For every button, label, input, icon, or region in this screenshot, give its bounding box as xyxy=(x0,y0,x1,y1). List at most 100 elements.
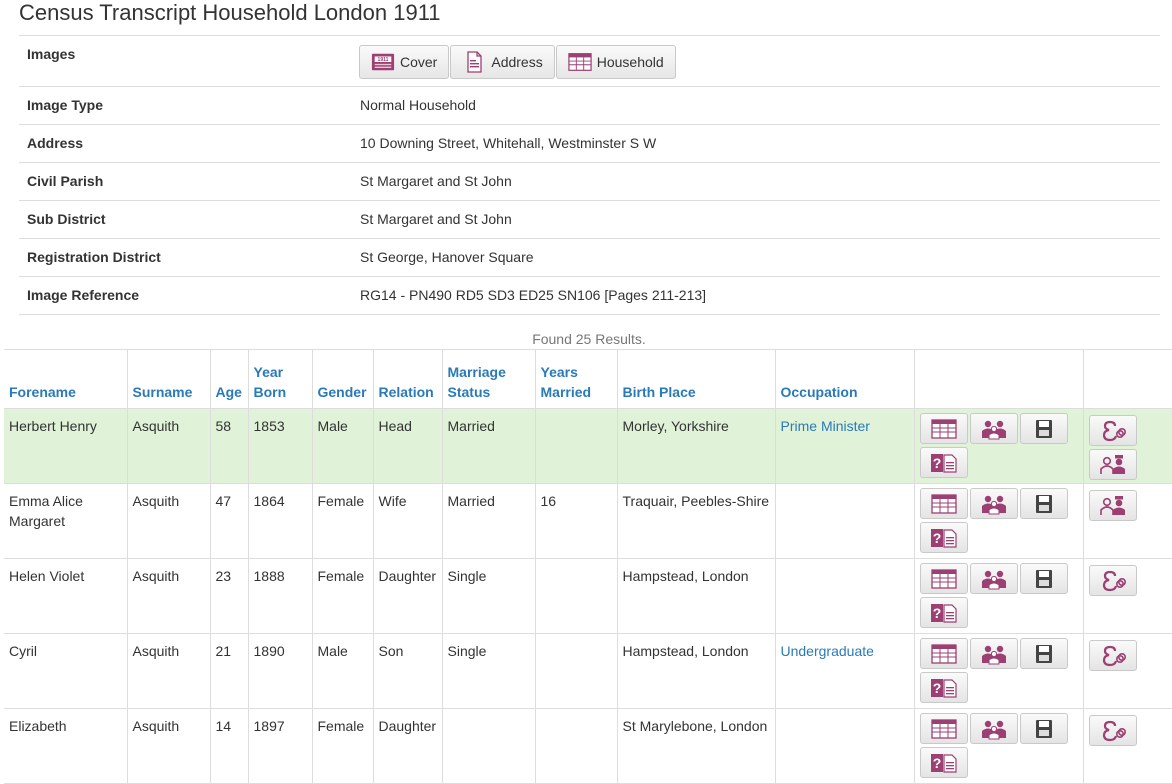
cell-forename: Elizabeth xyxy=(4,708,127,784)
family-button[interactable] xyxy=(969,713,1018,744)
save-button[interactable] xyxy=(1019,488,1068,519)
family-button[interactable] xyxy=(969,638,1018,669)
col-surname[interactable]: Surname xyxy=(126,349,210,409)
query-icon: ? xyxy=(929,677,959,699)
cover-button-label: Cover xyxy=(400,54,438,70)
row-actions: ? xyxy=(913,558,1083,634)
parents-button[interactable] xyxy=(1088,449,1137,480)
cell-age: 21 xyxy=(209,633,248,709)
save-button[interactable] xyxy=(1019,638,1068,669)
save-button[interactable] xyxy=(1019,563,1068,594)
cell-surname: Asquith xyxy=(126,558,210,634)
query-button[interactable]: ? xyxy=(919,747,968,778)
query-button[interactable]: ? xyxy=(919,522,968,553)
address-button[interactable]: Address xyxy=(450,45,555,79)
transcript-icon xyxy=(930,493,958,515)
cell-relation: Daughter xyxy=(372,558,442,634)
query-icon: ? xyxy=(929,452,959,474)
row-relations xyxy=(1082,408,1172,484)
transcript-button[interactable] xyxy=(919,488,968,519)
transcript-button[interactable] xyxy=(919,563,968,594)
table-row: Elizabeth Asquith 14 1897 Female Daughter St M… xyxy=(4,708,1172,784)
col-marriage-status[interactable]: Marriage Status xyxy=(441,349,535,409)
transcript-button[interactable] xyxy=(919,713,968,744)
row-actions: ? xyxy=(913,633,1083,709)
spouse-button[interactable] xyxy=(1088,565,1137,596)
cell-age: 58 xyxy=(209,408,248,484)
row-actions: ? xyxy=(913,483,1083,559)
cell-age: 23 xyxy=(209,558,248,634)
family-button[interactable] xyxy=(969,413,1018,444)
col-relations xyxy=(1082,349,1172,409)
col-years-married[interactable]: Years Married xyxy=(534,349,617,409)
col-forename[interactable]: Forename xyxy=(4,349,127,409)
address-icon xyxy=(467,51,483,73)
table-row: Cyril Asquith 21 1890 Male Son Single Hampstead… xyxy=(4,633,1172,709)
transcript-button[interactable] xyxy=(919,638,968,669)
transcript-icon xyxy=(930,643,958,665)
cell-birth-place: Hampstead, London xyxy=(616,558,775,634)
family-icon xyxy=(979,493,1009,515)
save-button[interactable] xyxy=(1019,713,1068,744)
family-button[interactable] xyxy=(969,488,1018,519)
svg-text:?: ? xyxy=(932,455,941,471)
cell-years-married xyxy=(534,408,617,484)
col-year-born[interactable]: Year Born xyxy=(247,349,312,409)
cell-year-born: 1888 xyxy=(247,558,312,634)
cell-forename: Helen Violet xyxy=(4,558,127,634)
cell-marriage-status: Single xyxy=(441,558,535,634)
row-relations xyxy=(1082,708,1172,784)
col-birth-place[interactable]: Birth Place xyxy=(616,349,775,409)
transcript-button[interactable] xyxy=(919,413,968,444)
row-actions: ? xyxy=(913,408,1083,484)
cell-years-married: 16 xyxy=(534,483,617,559)
cell-marriage-status: Single xyxy=(441,633,535,709)
spouse-button[interactable] xyxy=(1088,640,1137,671)
cell-birth-place: Traquair, Peebles-Shire xyxy=(616,483,775,559)
row-relations xyxy=(1082,633,1172,709)
registration-district-value: St George, Hanover Square xyxy=(352,238,1160,277)
save-button[interactable] xyxy=(1019,413,1068,444)
col-gender[interactable]: Gender xyxy=(311,349,373,409)
cell-years-married xyxy=(534,558,617,634)
spouse-button[interactable] xyxy=(1088,415,1137,446)
cell-marriage-status xyxy=(441,708,535,784)
col-relation[interactable]: Relation xyxy=(372,349,442,409)
image-reference-label: Image Reference xyxy=(19,276,352,315)
household-button[interactable]: Household xyxy=(555,45,676,79)
query-button[interactable]: ? xyxy=(919,672,968,703)
cover-button[interactable]: 1911 Cover xyxy=(359,45,450,79)
transcript-icon xyxy=(930,568,958,590)
civil-parish-value: St Margaret and St John xyxy=(352,162,1160,201)
cell-occupation xyxy=(774,708,914,784)
cell-birth-place: St Marylebone, London xyxy=(616,708,775,784)
col-age[interactable]: Age xyxy=(209,349,248,409)
save-icon xyxy=(1033,493,1055,515)
query-button[interactable]: ? xyxy=(919,447,968,478)
family-button[interactable] xyxy=(969,563,1018,594)
cell-forename: Cyril xyxy=(4,633,127,709)
cell-relation: Daughter xyxy=(372,708,442,784)
col-occupation[interactable]: Occupation xyxy=(774,349,914,409)
occupation-link[interactable]: Undergraduate xyxy=(781,643,874,659)
cell-marriage-status: Married xyxy=(441,408,535,484)
address-value: 10 Downing Street, Whitehall, Westminste… xyxy=(352,124,1160,163)
cell-occupation xyxy=(774,558,914,634)
cell-years-married xyxy=(534,708,617,784)
query-icon: ? xyxy=(929,752,959,774)
census-details-table: Images 1911 Cover Address Household Imag… xyxy=(19,35,1160,315)
spouse-button[interactable] xyxy=(1088,715,1137,746)
cell-forename: Herbert Henry xyxy=(4,408,127,484)
family-icon xyxy=(979,418,1009,440)
address-label: Address xyxy=(19,124,352,163)
svg-text:?: ? xyxy=(932,680,941,696)
cell-year-born: 1890 xyxy=(247,633,312,709)
query-button[interactable]: ? xyxy=(919,597,968,628)
occupation-link[interactable]: Prime Minister xyxy=(781,418,870,434)
parents-button[interactable] xyxy=(1088,490,1137,521)
query-icon: ? xyxy=(929,602,959,624)
cell-relation: Head xyxy=(372,408,442,484)
row-actions: ? xyxy=(913,708,1083,784)
household-icon xyxy=(568,53,592,71)
save-icon xyxy=(1033,568,1055,590)
